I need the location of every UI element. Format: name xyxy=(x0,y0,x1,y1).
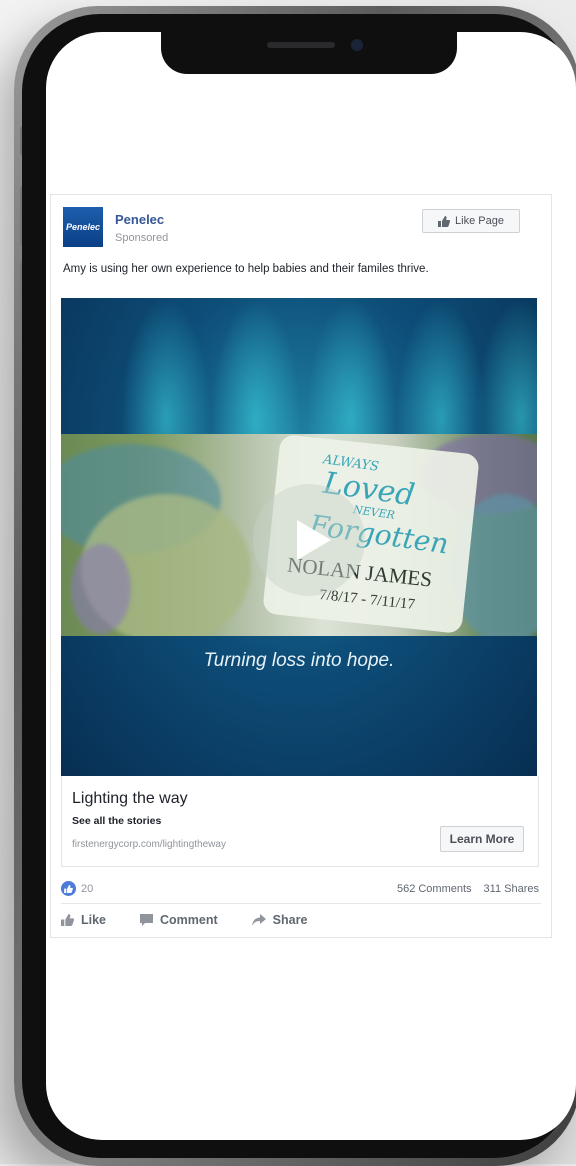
comment-count[interactable]: 562 Comments xyxy=(397,883,472,895)
comment-icon xyxy=(140,914,154,926)
engagement-counts: 562 Comments 311 Shares xyxy=(397,883,539,895)
comment-button[interactable]: Comment xyxy=(140,913,218,927)
share-button[interactable]: Share xyxy=(251,913,308,927)
notch xyxy=(161,32,457,74)
light-glow xyxy=(211,298,301,448)
light-glow xyxy=(476,298,537,448)
link-preview[interactable]: Lighting the way See all the stories fir… xyxy=(61,776,539,867)
play-button[interactable] xyxy=(253,484,365,596)
front-camera xyxy=(351,39,363,51)
divider xyxy=(61,903,541,904)
like-label: Like xyxy=(81,913,107,927)
like-reaction-icon xyxy=(61,881,76,896)
light-glow xyxy=(396,298,486,448)
post-actions: Like Comment Share xyxy=(61,913,307,927)
ribbon-blur xyxy=(71,544,131,634)
sponsored-post: Penelec Penelec Sponsored Like Page Amy … xyxy=(50,194,552,938)
comment-label: Comment xyxy=(160,913,218,927)
like-button[interactable]: Like xyxy=(61,913,106,927)
phone-screen: Penelec Penelec Sponsored Like Page Amy … xyxy=(46,32,576,1140)
page-name-link[interactable]: Penelec xyxy=(115,212,164,227)
video-tagline: Turning loss into hope. xyxy=(203,650,395,671)
reaction-summary[interactable]: 20 xyxy=(61,881,93,896)
light-glow xyxy=(121,298,211,448)
like-page-label: Like Page xyxy=(455,215,504,227)
post-caption: Amy is using her own experience to help … xyxy=(63,263,429,275)
link-url: firstenergycorp.com/lightingtheway xyxy=(72,839,226,850)
logo-text: Penelec xyxy=(65,222,101,232)
learn-more-button[interactable]: Learn More xyxy=(440,826,524,852)
page-logo[interactable]: Penelec xyxy=(63,207,103,247)
video-player[interactable]: ALWAYS Loved NEVER Forgotten NOLAN JAMES… xyxy=(61,298,537,776)
thumbs-up-icon xyxy=(61,914,74,926)
sponsored-label: Sponsored xyxy=(115,232,169,244)
light-glow xyxy=(306,298,396,448)
like-count: 20 xyxy=(81,882,94,895)
share-icon xyxy=(251,914,266,926)
thumbs-up-icon xyxy=(438,215,451,227)
speaker-grille xyxy=(267,42,335,48)
link-title: Lighting the way xyxy=(72,790,188,807)
share-label: Share xyxy=(272,913,308,927)
link-description: See all the stories xyxy=(72,815,162,827)
like-page-button[interactable]: Like Page xyxy=(422,209,520,233)
share-count[interactable]: 311 Shares xyxy=(484,883,539,895)
